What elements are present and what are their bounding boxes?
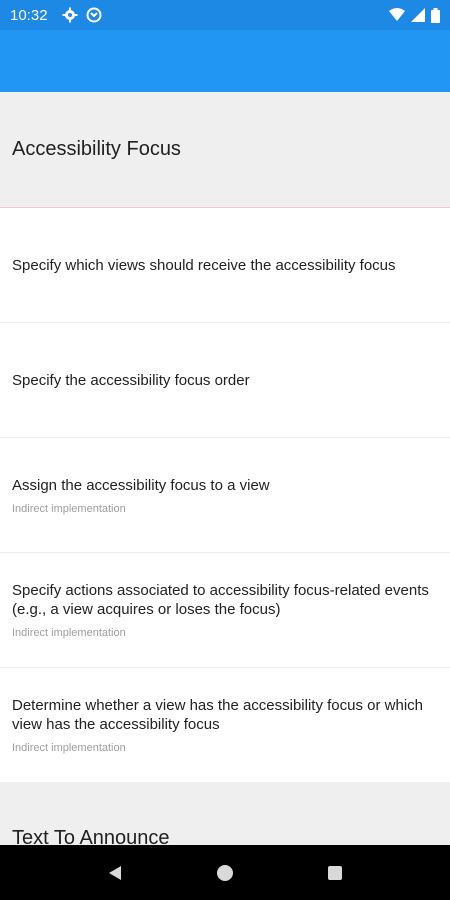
section-title: Text To Announce — [12, 827, 170, 845]
list-item[interactable]: Assign the accessibility focus to a view… — [0, 438, 450, 553]
settings-list[interactable]: Accessibility Focus Specify which views … — [0, 92, 450, 845]
list-item-title: Specify actions associated to accessibil… — [12, 582, 429, 618]
signal-icon — [411, 8, 425, 22]
status-time: 10:32 — [10, 6, 48, 24]
gear-icon — [62, 7, 78, 23]
sync-icon — [86, 7, 102, 23]
battery-icon — [431, 7, 440, 23]
list-item-subtitle: Indirect implementation — [12, 502, 126, 515]
section-header-text-to-announce: Text To Announce — [0, 783, 450, 845]
list-item[interactable]: Specify which views should receive the a… — [0, 208, 450, 323]
list-item-title: Assign the accessibility focus to a view — [12, 476, 270, 494]
list-item-title: Determine whether a view has the accessi… — [12, 697, 424, 733]
list-item-subtitle: Indirect implementation — [12, 627, 126, 639]
navigation-bar — [0, 845, 450, 900]
home-icon[interactable] — [205, 853, 245, 893]
list-item-title: Specify which views should receive the a… — [12, 256, 396, 274]
list-item-title: Specify the accessibility focus order — [12, 371, 250, 389]
app-bar — [0, 30, 450, 92]
list-item[interactable]: Specify the accessibility focus order — [0, 323, 450, 438]
status-bar: 10:32 — [0, 0, 450, 30]
section-header-accessibility-focus: Accessibility Focus — [0, 92, 450, 208]
back-icon[interactable] — [95, 853, 135, 893]
wifi-icon — [389, 8, 405, 22]
section-title: Accessibility Focus — [12, 138, 181, 160]
list-item[interactable]: Determine whether a view has the accessi… — [0, 668, 450, 783]
list-item-subtitle: Indirect implementation — [12, 742, 126, 754]
recents-icon[interactable] — [315, 853, 355, 893]
list-item[interactable]: Specify actions associated to accessibil… — [0, 553, 450, 668]
